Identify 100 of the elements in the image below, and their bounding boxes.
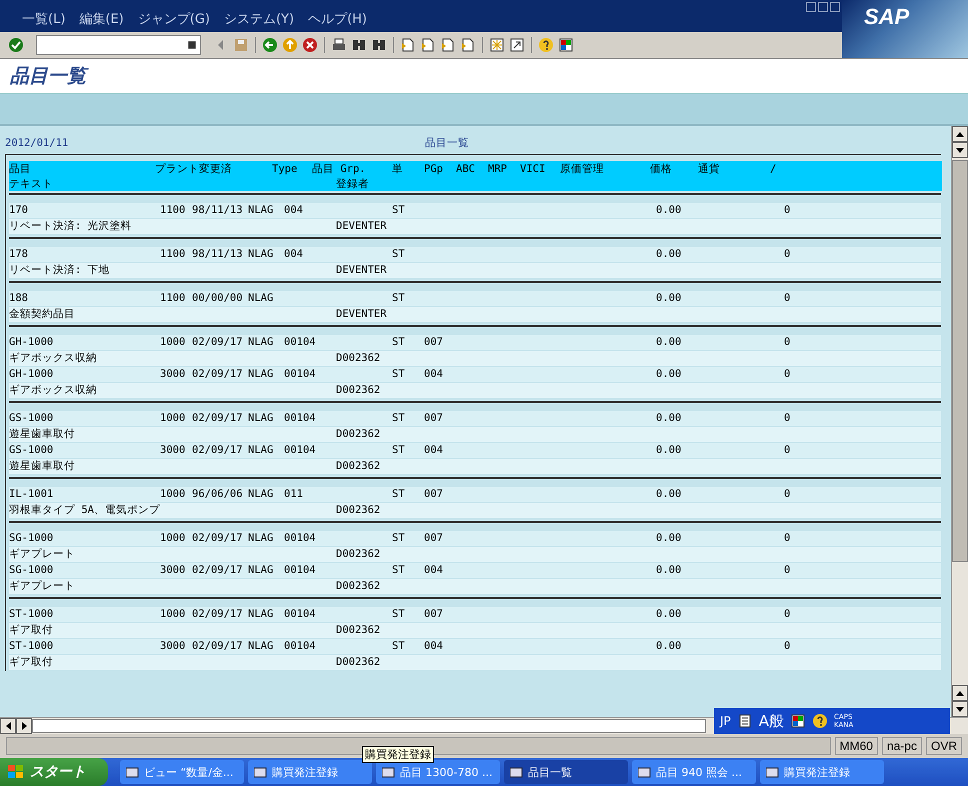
table-cell: 0.00 (656, 639, 682, 654)
table-cell: 007 (424, 487, 443, 502)
print-icon[interactable] (331, 37, 347, 53)
table-cell: 0 (784, 335, 790, 350)
table-cell: 004 (424, 443, 443, 458)
table-cell: DEVENTER (336, 219, 387, 234)
menu-item[interactable]: 編集(E) (79, 10, 124, 28)
table-cell: 00/00/00 (192, 291, 243, 306)
scroll-down-icon[interactable] (952, 701, 968, 717)
table-cell: 178 (9, 247, 28, 262)
table-cell: リベート決済: 光沢塗料 (9, 219, 132, 234)
table-cell: 0 (784, 411, 790, 426)
start-button[interactable]: スタート (0, 758, 108, 786)
table-cell: ギアボックス収納 (9, 351, 97, 366)
logo: SAP (842, 0, 968, 58)
table-cell: 3000 (160, 443, 186, 458)
column-header: MRP (488, 162, 507, 174)
table-cell: 0.00 (656, 563, 682, 578)
check-icon[interactable] (8, 37, 24, 53)
table-cell: 0.00 (656, 411, 682, 426)
table-cell: 02/09/17 (192, 563, 243, 578)
new-window-icon[interactable] (489, 37, 505, 53)
table-cell: 007 (424, 411, 443, 426)
table-cell: 0.00 (656, 443, 682, 458)
table-cell: ST-1000 (9, 639, 54, 654)
table-cell: 98/11/13 (192, 247, 243, 262)
cancel-icon[interactable] (302, 37, 318, 53)
table-cell: ST (392, 411, 405, 426)
scroll-up-icon[interactable] (952, 142, 968, 158)
table-cell: 1100 (160, 291, 186, 306)
menu-item[interactable]: 一覧(L) (22, 10, 66, 28)
taskbar-button[interactable]: 品目 940 照会 ... (632, 760, 756, 784)
table-cell: NLAG (248, 531, 274, 546)
host-name: na-pc (882, 737, 922, 755)
table-cell: D002362 (336, 655, 380, 670)
column-header: VICI (520, 162, 546, 174)
layout-icon[interactable] (558, 37, 574, 53)
taskbar-button[interactable]: 品目一覧 (504, 760, 628, 784)
table-cell: 02/09/17 (192, 531, 243, 546)
table-cell: 1000 (160, 487, 186, 502)
menu-item[interactable]: システム(Y) (224, 10, 294, 28)
table-cell: 3000 (160, 563, 186, 578)
scroll-right-icon[interactable] (16, 718, 32, 734)
table-cell: 1000 (160, 335, 186, 350)
scroll-up-icon[interactable] (952, 126, 968, 142)
column-header: 価格 (650, 162, 672, 176)
column-header: 通貨 (698, 162, 720, 176)
table-cell: 0.00 (656, 247, 682, 262)
column-header: 品目 (9, 162, 31, 176)
table-cell: ST (392, 335, 405, 350)
table-cell: NLAG (248, 443, 274, 458)
command-field[interactable] (36, 35, 201, 55)
column-header: プラント変更済 (155, 162, 232, 176)
table-cell: 00104 (284, 531, 316, 546)
table-cell: 遊星歯車取付 (9, 427, 75, 442)
table-cell: 00104 (284, 335, 316, 350)
ime-mode[interactable]: A般 (758, 712, 784, 730)
table-cell: 0 (784, 531, 790, 546)
taskbar-button[interactable]: 品目 1300-780 ... (376, 760, 500, 784)
table-cell: 004 (424, 639, 443, 654)
table-cell: 004 (284, 247, 303, 262)
window-icon (638, 766, 652, 778)
column-header: 登録者 (336, 176, 369, 190)
table-cell: 00104 (284, 607, 316, 622)
table-cell: D002362 (336, 383, 380, 398)
scroll-left-icon[interactable] (0, 718, 16, 734)
table-cell: 0.00 (656, 367, 682, 382)
table-cell: ST (392, 639, 405, 654)
shortcut-icon[interactable] (509, 37, 525, 53)
ime-language[interactable]: JP (720, 714, 731, 728)
table-cell: 00104 (284, 563, 316, 578)
table-cell: 0 (784, 247, 790, 262)
back-icon[interactable] (262, 37, 278, 53)
table-cell: 007 (424, 531, 443, 546)
taskbar-button[interactable]: 購買発注登録 (760, 760, 884, 784)
table-cell: ST (392, 203, 405, 218)
report-title: 品目一覧 (425, 136, 469, 150)
table-cell: ギアボックス収納 (9, 383, 97, 398)
table-cell: 0 (784, 203, 790, 218)
table-cell: NLAG (248, 203, 274, 218)
table-cell: ギアプレート (9, 547, 75, 562)
column-header: 原価管理 (560, 162, 604, 176)
transaction-code: MM60 (834, 737, 878, 755)
help-icon[interactable] (812, 713, 828, 729)
taskbar-button[interactable]: 購買発注登録 (248, 760, 372, 784)
table-cell: 0 (784, 443, 790, 458)
taskbar-button[interactable]: ビュー “数量/金... (120, 760, 244, 784)
table-cell: 0.00 (656, 607, 682, 622)
table-cell: NLAG (248, 563, 274, 578)
table-cell: ST-1000 (9, 607, 54, 622)
help-icon[interactable] (538, 37, 554, 53)
table-cell: リベート決済: 下地 (9, 263, 110, 278)
table-cell: 007 (424, 607, 443, 622)
scrollbar[interactable] (951, 126, 968, 717)
menu-item[interactable]: ジャンプ(G) (138, 10, 210, 28)
scrollbar[interactable] (32, 719, 706, 733)
window-icon (766, 766, 780, 778)
scroll-up-icon[interactable] (952, 685, 968, 701)
table-cell: IL-1001 (9, 487, 54, 502)
menu-item[interactable]: ヘルプ(H) (308, 10, 367, 28)
